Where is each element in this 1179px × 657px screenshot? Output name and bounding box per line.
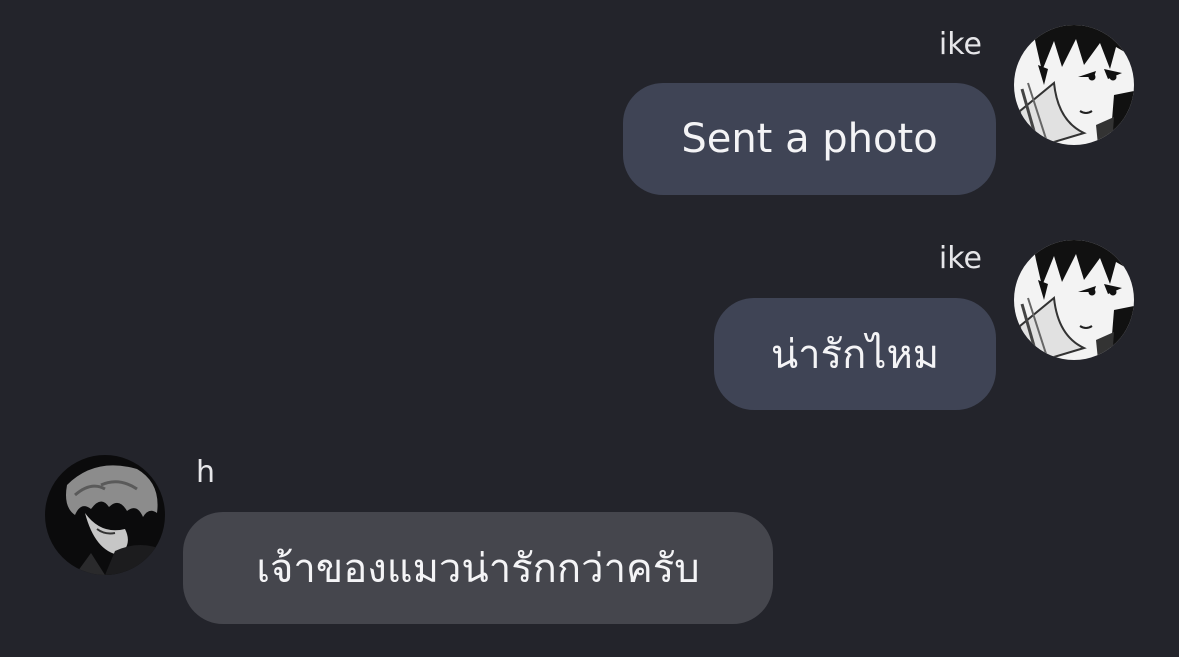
sender-name: h (196, 455, 216, 490)
message-text: น่ารักไหม (770, 332, 940, 378)
dark-hair-boy-avatar-icon[interactable] (45, 455, 165, 575)
manga-boy-avatar-icon[interactable] (1014, 240, 1134, 360)
message-bubble[interactable]: น่ารักไหม (714, 298, 996, 410)
message-bubble[interactable]: Sent a photo (623, 83, 996, 195)
sender-name: ike (938, 241, 982, 276)
message-bubble[interactable]: เจ้าของแมวน่ารักกว่าครับ (183, 512, 773, 624)
message-text: เจ้าของแมวน่ารักกว่าครับ (256, 546, 700, 592)
manga-boy-avatar-icon[interactable] (1014, 25, 1134, 145)
sender-name: ike (938, 27, 982, 62)
message-text: Sent a photo (681, 116, 938, 162)
